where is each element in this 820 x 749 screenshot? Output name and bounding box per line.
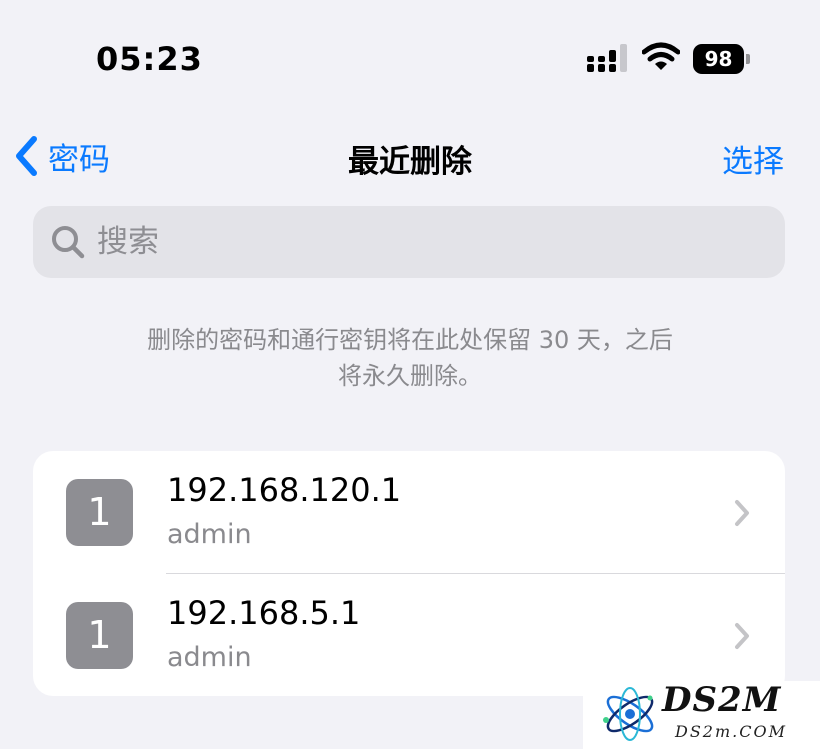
battery-tip — [746, 54, 750, 64]
username: admin — [167, 519, 252, 550]
search-icon — [52, 226, 85, 259]
atom-logo-icon — [603, 687, 654, 741]
site-icon: 1 — [66, 602, 133, 669]
username: admin — [167, 642, 252, 673]
chevron-right-icon — [735, 500, 749, 526]
chevron-right-icon — [735, 623, 749, 649]
list-item[interactable]: 1 192.168.120.1 admin — [33, 451, 785, 574]
watermark-brand: DS2M — [662, 680, 782, 720]
deleted-passwords-list: 1 192.168.120.1 admin 1 192.168.5.1 admi… — [33, 451, 785, 696]
search-input[interactable] — [95, 223, 739, 261]
cellular-signal-icon — [587, 44, 627, 72]
watermark-domain: DS2m.COM — [675, 722, 787, 741]
info-line-2: 将永久删除。 — [338, 362, 482, 390]
search-bar[interactable] — [33, 206, 785, 278]
wifi-icon — [642, 42, 680, 70]
battery-indicator: 98 — [693, 44, 744, 74]
info-line-1: 删除的密码和通行密钥将在此处保留 30 天，之后 — [147, 326, 673, 354]
site-name: 192.168.120.1 — [167, 471, 402, 509]
select-button[interactable]: 选择 — [722, 136, 784, 181]
site-icon: 1 — [66, 479, 133, 546]
site-name: 192.168.5.1 — [167, 594, 361, 632]
info-text: 删除的密码和通行密钥将在此处保留 30 天，之后 将永久删除。 — [60, 322, 760, 394]
page-title: 最近删除 — [348, 144, 472, 180]
status-time: 05:23 — [96, 40, 203, 78]
list-item[interactable]: 1 192.168.5.1 admin — [33, 574, 785, 696]
